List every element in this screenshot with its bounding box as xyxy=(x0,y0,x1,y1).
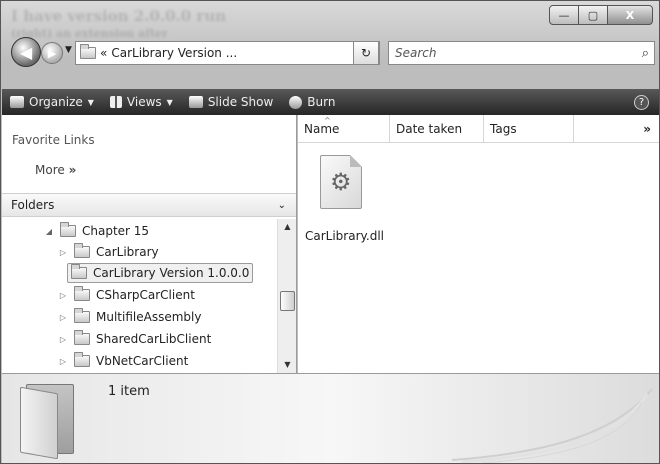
column-name[interactable]: ^ Name xyxy=(298,114,390,143)
folder-icon xyxy=(60,222,76,237)
forward-button[interactable]: ▶ xyxy=(41,42,63,64)
tree-item-carlibrary-version[interactable]: CarLibrary Version 1.0.0.0 xyxy=(67,263,254,283)
tree-item-multifileassembly[interactable]: ▷ MultifileAssembly xyxy=(58,307,201,327)
back-button[interactable]: ◀ xyxy=(11,37,41,67)
views-icon xyxy=(109,96,122,108)
chevron-down-icon: ▼ xyxy=(166,97,173,107)
chevron-down-icon: ▼ xyxy=(87,97,94,107)
dll-gears-icon: ⚙ xyxy=(320,155,362,209)
decorative-swoosh-icon xyxy=(451,388,653,463)
help-icon[interactable]: ? xyxy=(634,94,649,110)
recent-pages-dropdown-icon[interactable]: ▼ xyxy=(65,45,72,55)
address-bar[interactable]: « CarLibrary Version ... ▼ xyxy=(75,41,380,65)
gears-icon: ⚙ xyxy=(330,168,352,196)
more-columns-button[interactable]: » xyxy=(643,122,651,136)
folder-icon xyxy=(74,243,90,258)
minimize-button[interactable]: — xyxy=(549,5,579,25)
file-name: CarLibrary.dll xyxy=(305,229,385,243)
more-links-button[interactable]: More » xyxy=(35,163,76,177)
tree-item-chapter-15[interactable]: ◢ Chapter 15 xyxy=(44,221,149,241)
search-box[interactable]: Search ⌕ xyxy=(388,41,655,65)
tree-item-csharpcarclient[interactable]: ▷ CSharpCarClient xyxy=(58,285,195,305)
organize-button[interactable]: Organize ▼ xyxy=(2,95,102,109)
tree-item-sharedcarlibclient[interactable]: ▷ SharedCarLibClient xyxy=(58,329,211,349)
folder-icon xyxy=(74,352,90,367)
command-toolbar: Organize ▼ Views ▼ Slide Show Burn ? xyxy=(2,89,659,115)
collapsed-arrow-icon[interactable]: ▷ xyxy=(58,291,68,300)
burn-button[interactable]: Burn xyxy=(281,95,343,109)
folder-icon xyxy=(74,308,90,323)
search-icon[interactable]: ⌕ xyxy=(642,46,649,61)
folder-icon xyxy=(80,44,96,59)
burn-disc-icon xyxy=(289,95,303,109)
tree-item-carlibrary[interactable]: ▷ CarLibrary xyxy=(58,242,159,262)
details-pane: 1 item xyxy=(2,373,659,463)
explorer-window: I have version 2.0.0.0 run (right) an ex… xyxy=(0,0,660,464)
column-header-row: ^ Name Date taken Tags » xyxy=(298,114,659,143)
collapsed-arrow-icon[interactable]: ▷ xyxy=(58,248,68,257)
close-button[interactable]: X xyxy=(607,5,653,25)
maximize-button[interactable]: ▢ xyxy=(578,5,608,25)
folder-icon xyxy=(71,264,87,279)
column-tags[interactable]: Tags xyxy=(484,114,574,143)
search-placeholder: Search xyxy=(395,46,437,60)
folder-tree: ◢ Chapter 15 ▷ CarLibrary CarLibrary Ver… xyxy=(2,219,276,373)
expanded-arrow-icon[interactable]: ◢ xyxy=(44,227,54,236)
collapsed-arrow-icon[interactable]: ▷ xyxy=(58,357,68,366)
scroll-up-icon[interactable]: ▲ xyxy=(278,219,297,235)
folder-tree-scrollbar[interactable]: ▲ ▼ xyxy=(277,219,296,373)
folders-header[interactable]: Folders ⌄ xyxy=(2,193,296,217)
folder-icon xyxy=(18,384,78,460)
column-date-taken[interactable]: Date taken xyxy=(390,114,484,143)
organize-icon xyxy=(10,96,24,108)
folder-icon xyxy=(74,330,90,345)
file-list: ^ Name Date taken Tags » ⚙ CarLibrary.dl… xyxy=(298,114,659,373)
favorite-links-title: Favorite Links xyxy=(12,133,95,147)
scrollbar-thumb[interactable] xyxy=(280,291,295,311)
collapsed-arrow-icon[interactable]: ▷ xyxy=(58,313,68,322)
scroll-down-icon[interactable]: ▼ xyxy=(278,357,297,373)
collapsed-arrow-icon[interactable]: ▷ xyxy=(58,335,68,344)
address-text[interactable]: CarLibrary Version ... xyxy=(111,46,237,60)
address-prefix: « xyxy=(100,46,108,60)
sort-ascending-icon: ^ xyxy=(324,115,331,125)
slide-show-icon xyxy=(188,96,203,108)
slide-show-button[interactable]: Slide Show xyxy=(181,95,281,109)
folder-icon xyxy=(74,286,90,301)
views-button[interactable]: Views ▼ xyxy=(102,95,181,109)
refresh-button[interactable]: ↻ xyxy=(353,41,379,65)
item-count: 1 item xyxy=(108,384,150,399)
navigation-pane: Favorite Links More » Folders ⌄ ◢ Chapte… xyxy=(2,115,297,373)
tree-item-vbnetcarclient[interactable]: ▷ VbNetCarClient xyxy=(58,351,188,371)
chevron-down-icon: ⌄ xyxy=(277,199,286,211)
navigation-bar: ◀ ▶ ▼ « CarLibrary Version ... ▼ ↻ Searc… xyxy=(1,35,659,69)
caption-buttons: — ▢ X xyxy=(549,5,653,25)
